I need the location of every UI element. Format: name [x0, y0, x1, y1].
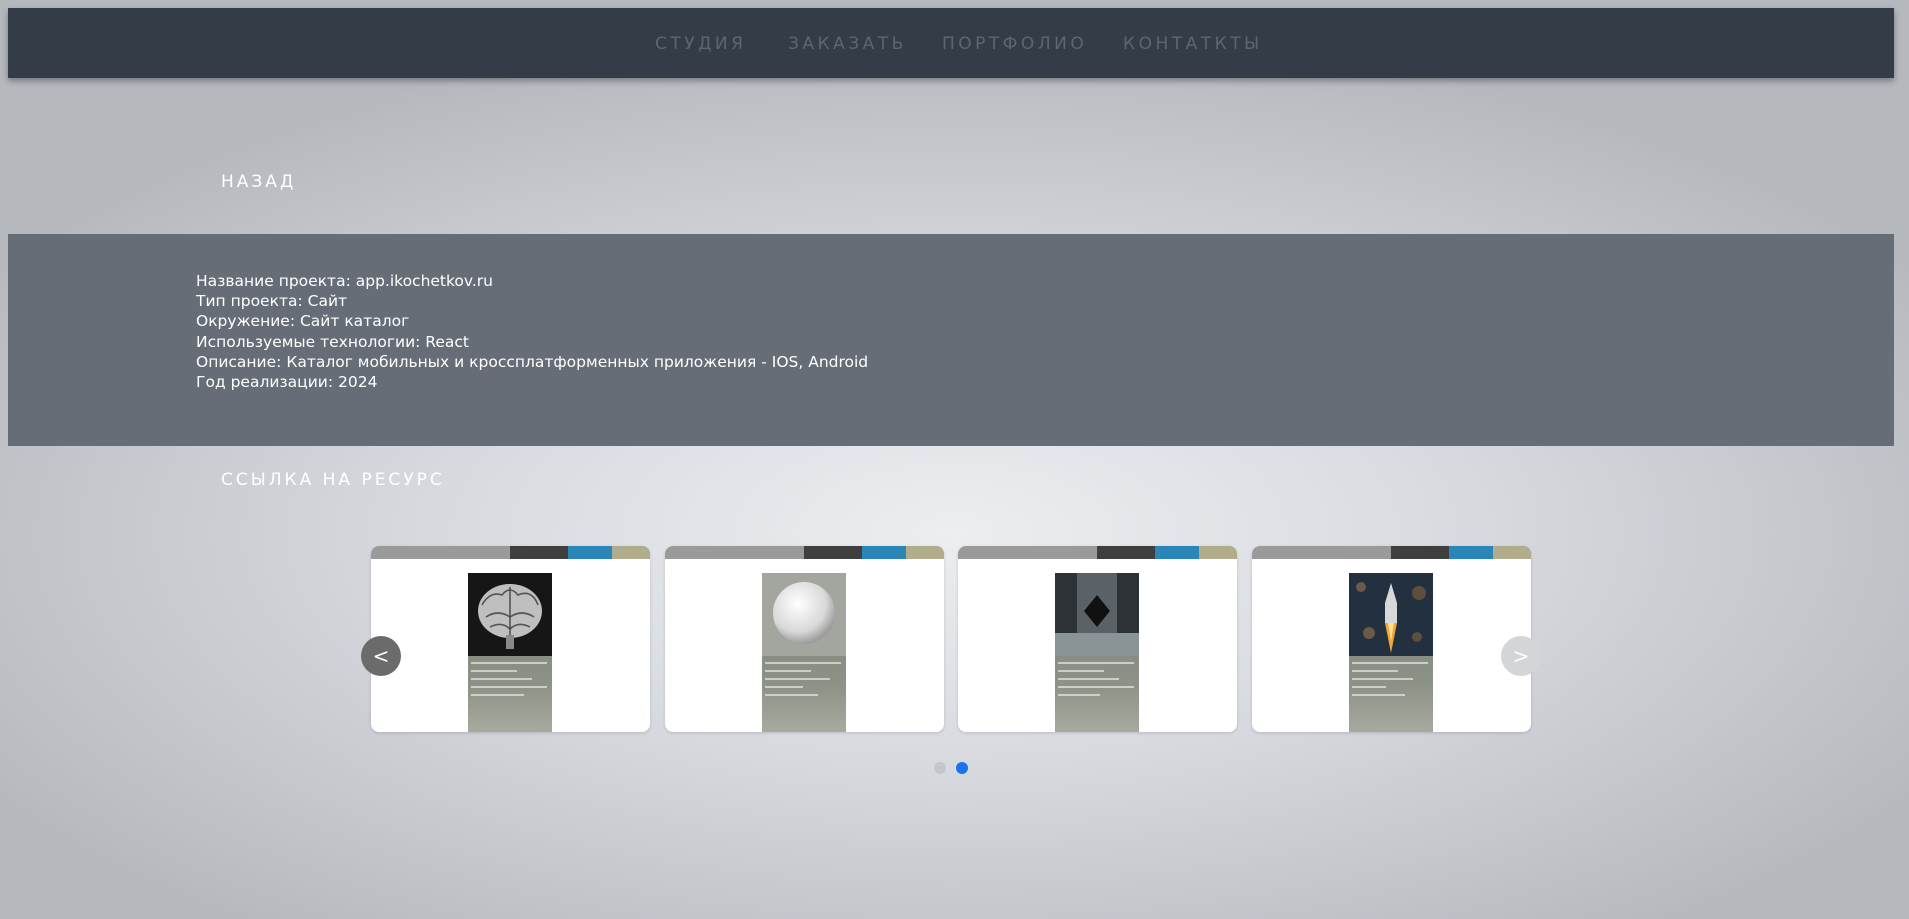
project-name-line: Название проекта: app.ikochetkov.ru: [196, 272, 494, 290]
slide-phone-preview: [762, 573, 846, 732]
top-navbar: СТУДИЯ ЗАКАЗАТЬ ПОРТФОЛИО КОНТАТКТЫ: [8, 8, 1894, 78]
carousel-slide-2[interactable]: [665, 546, 944, 732]
slide-header-bar: [958, 546, 1237, 559]
brain-image: [468, 573, 552, 656]
carousel-slide-4[interactable]: [1252, 546, 1531, 732]
slide-header-bar: [371, 546, 650, 559]
project-info-list: Название проекта: app.ikochetkov.ru Тип …: [196, 271, 868, 392]
carousel-prev-button[interactable]: <: [361, 636, 401, 676]
slide-phone-preview: [1349, 573, 1433, 732]
back-link[interactable]: НАЗАД: [221, 172, 296, 192]
project-environment-line: Окружение: Сайт каталог: [196, 312, 410, 331]
carousel-dot-1[interactable]: [934, 762, 946, 774]
rocket-image: [1349, 573, 1433, 656]
slide-header-bar: [665, 546, 944, 559]
nav-item-order[interactable]: ЗАКАЗАТЬ: [788, 34, 907, 54]
carousel-dot-2[interactable]: [956, 762, 968, 774]
nav-item-contacts[interactable]: КОНТАТКТЫ: [1123, 34, 1263, 54]
project-technologies-line: Используемые технологии: React: [196, 332, 470, 351]
slide-phone-preview: [1055, 573, 1139, 732]
nav-item-studio[interactable]: СТУДИЯ: [655, 34, 746, 54]
carousel-slide-3[interactable]: [958, 546, 1237, 732]
resource-link[interactable]: ССЫЛКА НА РЕСУРС: [221, 470, 445, 490]
slide-header-bar: [1252, 546, 1531, 559]
project-info-panel: Название проекта: app.ikochetkov.ru Тип …: [8, 234, 1894, 446]
project-year-line: Год реализации: 2024: [196, 373, 378, 392]
monolith-image: [1055, 573, 1139, 656]
slide-phone-preview: [468, 573, 552, 732]
carousel-next-button[interactable]: >: [1501, 636, 1541, 676]
carousel-slide-1[interactable]: [371, 546, 650, 732]
project-type-line: Тип проекта: Сайт: [196, 292, 348, 311]
project-description-line: Описание: Каталог мобильных и кроссплатф…: [196, 352, 869, 371]
nav-item-portfolio[interactable]: ПОРТФОЛИО: [942, 34, 1087, 54]
sphere-image: [762, 573, 846, 656]
